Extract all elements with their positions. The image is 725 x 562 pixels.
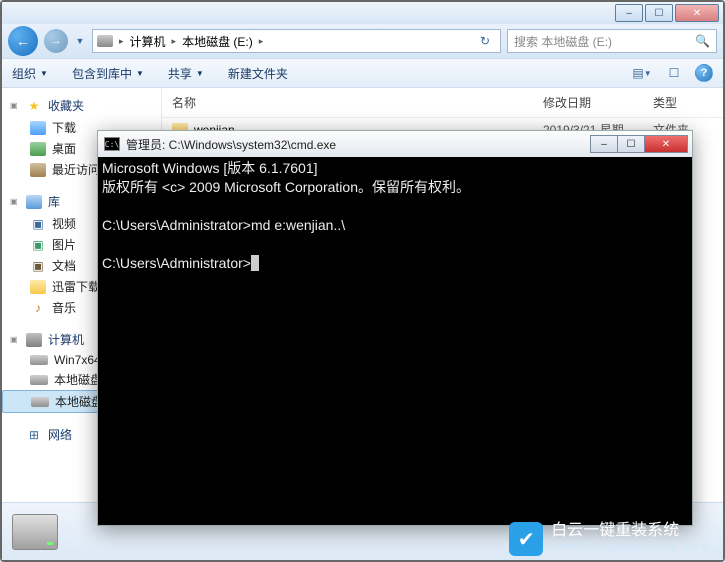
column-type[interactable]: 类型 [653, 94, 713, 111]
toolbar: 组织▼ 包含到库中▼ 共享▼ 新建文件夹 ▤ ▼ ☐ ? [2, 58, 723, 88]
breadcrumb-seg-computer[interactable]: 计算机 [126, 33, 170, 50]
chevron-right-icon: ▸ [257, 36, 266, 47]
column-name[interactable]: 名称 [172, 94, 543, 111]
star-icon: ★ [26, 99, 42, 113]
close-button[interactable]: ✕ [675, 4, 719, 22]
watermark-url: www.baiyunxitong.com [551, 539, 713, 555]
view-options-button[interactable]: ▤ ▼ [631, 63, 653, 83]
help-button[interactable]: ? [695, 64, 713, 82]
drive-icon [97, 35, 113, 47]
maximize-button[interactable]: ☐ [645, 4, 673, 22]
recent-icon [30, 163, 46, 177]
include-in-library-menu[interactable]: 包含到库中▼ [72, 65, 144, 82]
breadcrumb-seg-drive[interactable]: 本地磁盘 (E:) [178, 33, 257, 50]
drive-large-icon [12, 514, 58, 550]
cmd-minimize-button[interactable]: – [590, 135, 618, 153]
cmd-close-button[interactable]: ✕ [644, 135, 688, 153]
library-icon [26, 195, 42, 209]
chevron-down-icon: ▼ [196, 69, 204, 78]
refresh-icon[interactable]: ↻ [474, 34, 496, 48]
column-date[interactable]: 修改日期 [543, 94, 653, 111]
drive-icon [30, 355, 48, 365]
nav-back-button[interactable]: ← [8, 26, 38, 56]
network-icon: ⊞ [26, 428, 42, 442]
breadcrumb[interactable]: ▸ 计算机 ▸ 本地磁盘 (E:) ▸ ↻ [92, 29, 501, 53]
sidebar-favorites-header[interactable]: ▣★收藏夹 [2, 94, 161, 117]
cursor: _ [251, 255, 259, 271]
preview-pane-button[interactable]: ☐ [663, 63, 685, 83]
column-headers: 名称 修改日期 类型 [162, 88, 723, 118]
video-icon: ▣ [30, 217, 46, 231]
chevron-right-icon: ▸ [117, 36, 126, 47]
minimize-button[interactable]: – [615, 4, 643, 22]
cmd-output[interactable]: Microsoft Windows [版本 6.1.7601] 版权所有 <c>… [98, 157, 692, 525]
watermark-logo-icon: ✔ [509, 522, 543, 556]
share-menu[interactable]: 共享▼ [168, 65, 204, 82]
desktop-icon [30, 142, 46, 156]
chevron-down-icon: ▼ [40, 69, 48, 78]
window-titlebar: – ☐ ✕ [2, 2, 723, 24]
nav-history-dropdown[interactable]: ▼ [74, 26, 86, 56]
new-folder-button[interactable]: 新建文件夹 [228, 65, 288, 82]
cmd-maximize-button[interactable]: ☐ [617, 135, 645, 153]
drive-icon [30, 375, 48, 385]
cmd-title: 管理员: C:\Windows\system32\cmd.exe [126, 136, 591, 153]
watermark: ✔ 白云一键重装系统 www.baiyunxitong.com [509, 522, 713, 556]
search-placeholder: 搜索 本地磁盘 (E:) [514, 33, 612, 50]
cmd-titlebar[interactable]: C:\ 管理员: C:\Windows\system32\cmd.exe – ☐… [98, 131, 692, 157]
folder-icon [30, 280, 46, 294]
cmd-icon: C:\ [104, 137, 120, 151]
nav-forward-button[interactable]: → [44, 29, 68, 53]
search-icon: 🔍 [695, 34, 710, 48]
cmd-window: C:\ 管理员: C:\Windows\system32\cmd.exe – ☐… [97, 130, 693, 526]
music-icon: ♪ [30, 301, 46, 315]
downloads-icon [30, 121, 46, 135]
computer-icon [26, 333, 42, 347]
chevron-down-icon: ▼ [136, 69, 144, 78]
picture-icon: ▣ [30, 238, 46, 252]
navbar: ← → ▼ ▸ 计算机 ▸ 本地磁盘 (E:) ▸ ↻ 搜索 本地磁盘 (E:)… [2, 24, 723, 58]
document-icon: ▣ [30, 259, 46, 273]
watermark-text: 白云一键重装系统 [551, 523, 713, 539]
search-input[interactable]: 搜索 本地磁盘 (E:) 🔍 [507, 29, 717, 53]
organize-menu[interactable]: 组织▼ [12, 65, 48, 82]
drive-icon [31, 397, 49, 407]
chevron-right-icon: ▸ [170, 36, 179, 47]
